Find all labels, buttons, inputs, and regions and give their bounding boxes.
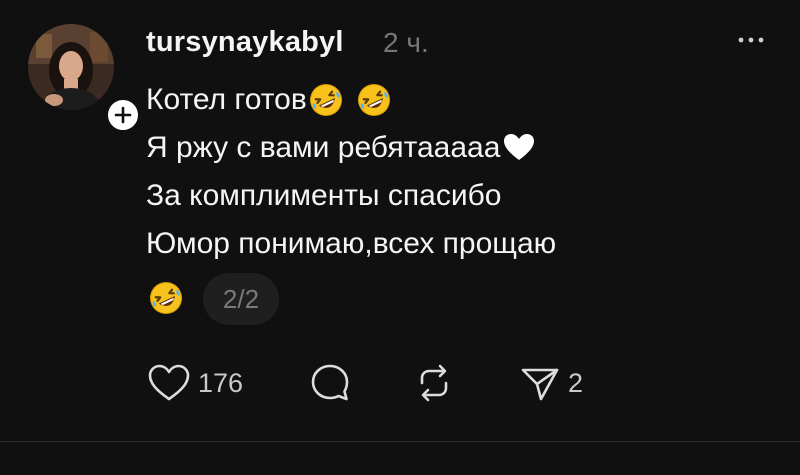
share-count: 2 (568, 367, 584, 398)
avatar[interactable] (28, 24, 114, 110)
follow-button[interactable] (104, 96, 142, 134)
like-button[interactable]: 176 (146, 358, 243, 408)
like-count: 176 (198, 367, 244, 398)
post-text: Котел готов Я ржу с вами ребятааааа За к… (146, 76, 556, 268)
share-button[interactable]: 2 (518, 358, 583, 408)
post-line: За комплименты спасибо (146, 172, 556, 220)
thread-position-badge[interactable]: 2/2 (203, 273, 279, 325)
white-heart-emoji-icon (504, 134, 535, 160)
more-options-button[interactable] (733, 26, 769, 54)
username[interactable]: tursynaykabyl (146, 22, 344, 62)
rofl-emoji-icon (357, 83, 391, 117)
avatar-image (28, 24, 114, 110)
paper-plane-icon (521, 368, 559, 401)
repost-arrows-icon (420, 364, 448, 402)
post-line: Котел готов (146, 76, 556, 124)
plus-icon (114, 106, 132, 124)
action-bar: 176 2 (146, 358, 646, 408)
post-line-text: За комплименты спасибо (146, 179, 502, 212)
repost-button[interactable] (412, 358, 456, 408)
post-line-text: Я ржу с вами ребятааааа (146, 131, 501, 164)
comment-button[interactable] (308, 358, 352, 408)
rofl-emoji-icon (309, 83, 343, 117)
ellipsis-icon (738, 37, 764, 43)
post-line: Я ржу с вами ребятааааа (146, 124, 556, 172)
avatar-container[interactable] (28, 24, 142, 134)
speech-bubble-icon (311, 364, 349, 401)
timestamp: 2 ч. (383, 27, 429, 58)
post-line-text: Котел готов (146, 83, 307, 116)
rofl-emoji-icon (149, 281, 183, 315)
post-line-text: Юмор понимаю,всех прощаю (146, 227, 557, 260)
post-divider (0, 441, 800, 442)
thread-post: tursynaykabyl 2 ч. Котел готов Я ржу с в… (0, 0, 800, 441)
heart-outline-icon (148, 364, 190, 401)
post-line: Юмор понимаю,всех прощаю (146, 220, 556, 268)
